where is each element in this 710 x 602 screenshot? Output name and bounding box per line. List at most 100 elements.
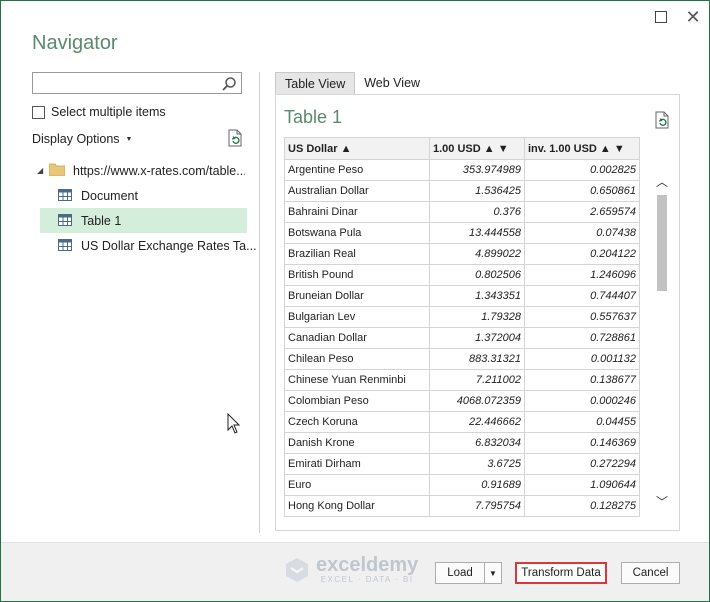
rate-cell: 353.974989 [429,159,525,181]
inverse-rate-cell: 0.728861 [524,327,640,349]
scroll-up-icon[interactable]: ︿ [656,173,668,190]
currency-cell: Chinese Yuan Renminbi [284,369,430,391]
close-button[interactable]: ✕ [683,7,703,27]
inverse-rate-cell: 0.000246 [524,390,640,412]
load-dropdown-button[interactable]: ▼ [484,562,502,584]
watermark-name: exceldemy [316,554,419,576]
rate-cell: 0.91689 [429,474,525,496]
rate-cell: 7.211002 [429,369,525,391]
inverse-rate-cell: 0.001132 [524,348,640,370]
caret-down-icon: ▼ [125,135,133,143]
rate-cell: 1.536425 [429,180,525,202]
column-header-rate[interactable]: 1.00 USD ▲ ▼ [429,137,525,160]
table-row: Botswana Pula 13.444558 0.07438 [284,222,640,244]
pane-divider[interactable] [259,72,260,533]
watermark-logo: exceldemy EXCEL · DATA · BI [284,555,418,584]
currency-cell: Botswana Pula [284,222,430,244]
table-row: Hong Kong Dollar 7.795754 0.128275 [284,495,640,517]
data-table: US Dollar ▲ 1.00 USD ▲ ▼ inv. 1.00 USD ▲… [284,137,640,517]
refresh-icon[interactable] [654,111,670,129]
folder-icon [49,163,65,176]
rate-cell: 883.31321 [429,348,525,370]
tree-root-row[interactable]: ◢ https://www.x-rates.com/table... [32,158,247,183]
inverse-rate-cell: 2.659574 [524,201,640,223]
table-row: Colombian Peso 4068.072359 0.000246 [284,390,640,412]
column-header-inverse[interactable]: inv. 1.00 USD ▲ ▼ [524,137,640,160]
select-multiple-label: Select multiple items [51,105,166,119]
rate-cell: 4068.072359 [429,390,525,412]
currency-cell: Australian Dollar [284,180,430,202]
tab-web-view[interactable]: Web View [355,72,429,94]
table-row: Brazilian Real 4.899022 0.204122 [284,243,640,265]
maximize-button[interactable] [651,7,671,27]
rate-cell: 3.6725 [429,453,525,475]
maximize-icon [655,11,667,23]
vertical-scrollbar[interactable]: ︿ ﹀ [654,161,670,521]
collapse-icon[interactable]: ◢ [37,166,43,175]
display-options-dropdown[interactable]: Display Options ▼ [32,132,132,146]
inverse-rate-cell: 0.128275 [524,495,640,517]
search-icon[interactable] [221,76,237,92]
currency-cell: Danish Krone [284,432,430,454]
cancel-button[interactable]: Cancel [621,562,680,584]
window-title: Navigator [32,32,118,54]
table-row: Danish Krone 6.832034 0.146369 [284,432,640,454]
display-options-label: Display Options [32,132,120,146]
rate-cell: 7.795754 [429,495,525,517]
currency-cell: Brazilian Real [284,243,430,265]
select-multiple-row[interactable]: Select multiple items [32,105,166,119]
tree-item-label: Document [81,188,138,203]
table-icon [58,239,72,251]
inverse-rate-cell: 1.246096 [524,264,640,286]
table-row: Chilean Peso 883.31321 0.001132 [284,348,640,370]
table-icon [58,214,72,226]
navigator-window: Navigator ✕ Select multiple items Displa… [0,0,710,602]
rate-cell: 1.79328 [429,306,525,328]
currency-cell: Canadian Dollar [284,327,430,349]
refresh-icon[interactable] [227,129,243,147]
select-multiple-checkbox[interactable] [32,105,45,119]
rate-cell: 22.446662 [429,411,525,433]
table-row: Argentine Peso 353.974989 0.002825 [284,159,640,181]
navigator-tree: ◢ https://www.x-rates.com/table... Docum… [32,158,257,258]
table-row: Bahraini Dinar 0.376 2.659574 [284,201,640,223]
column-header-us-dollar[interactable]: US Dollar ▲ [284,137,430,160]
rate-cell: 1.372004 [429,327,525,349]
tree-item-us-dollar-exchange[interactable]: US Dollar Exchange Rates Ta... [32,233,257,258]
table-row: Czech Koruna 22.446662 0.04455 [284,411,640,433]
tree-item-table-1[interactable]: Table 1 [40,208,247,233]
table-icon [58,189,72,201]
tree-item-label: Table 1 [81,213,122,228]
exceldemy-logo-icon [286,557,308,582]
inverse-rate-cell: 0.146369 [524,432,640,454]
table-header-row: US Dollar ▲ 1.00 USD ▲ ▼ inv. 1.00 USD ▲… [284,137,640,160]
scroll-thumb[interactable] [657,195,667,291]
inverse-rate-cell: 0.04455 [524,411,640,433]
data-preview-grid: US Dollar ▲ 1.00 USD ▲ ▼ inv. 1.00 USD ▲… [284,137,640,522]
table-row: Bruneian Dollar 1.343351 0.744407 [284,285,640,307]
currency-cell: British Pound [284,264,430,286]
tree-root-label: https://www.x-rates.com/table... [73,163,245,178]
table-row: Euro 0.91689 1.090644 [284,474,640,496]
rate-cell: 4.899022 [429,243,525,265]
table-row: Chinese Yuan Renminbi 7.211002 0.138677 [284,369,640,391]
load-button[interactable]: Load [435,562,485,584]
inverse-rate-cell: 0.650861 [524,180,640,202]
rate-cell: 1.343351 [429,285,525,307]
currency-cell: Hong Kong Dollar [284,495,430,517]
rate-cell: 0.802506 [429,264,525,286]
transform-data-button[interactable]: Transform Data [515,562,607,584]
table-title: Table 1 [284,107,343,127]
inverse-rate-cell: 0.744407 [524,285,640,307]
tree-item-document[interactable]: Document [32,183,247,208]
table-row: Emirati Dirham 3.6725 0.272294 [284,453,640,475]
view-tabs: Table View Web View [275,72,429,95]
rate-cell: 13.444558 [429,222,525,244]
tree-item-label: US Dollar Exchange Rates Ta... [81,238,257,253]
rate-cell: 0.376 [429,201,525,223]
currency-cell: Bahraini Dinar [284,201,430,223]
tab-table-view[interactable]: Table View [275,72,356,95]
scroll-down-icon[interactable]: ﹀ [656,493,668,510]
search-input[interactable] [32,72,242,94]
inverse-rate-cell: 0.272294 [524,453,640,475]
